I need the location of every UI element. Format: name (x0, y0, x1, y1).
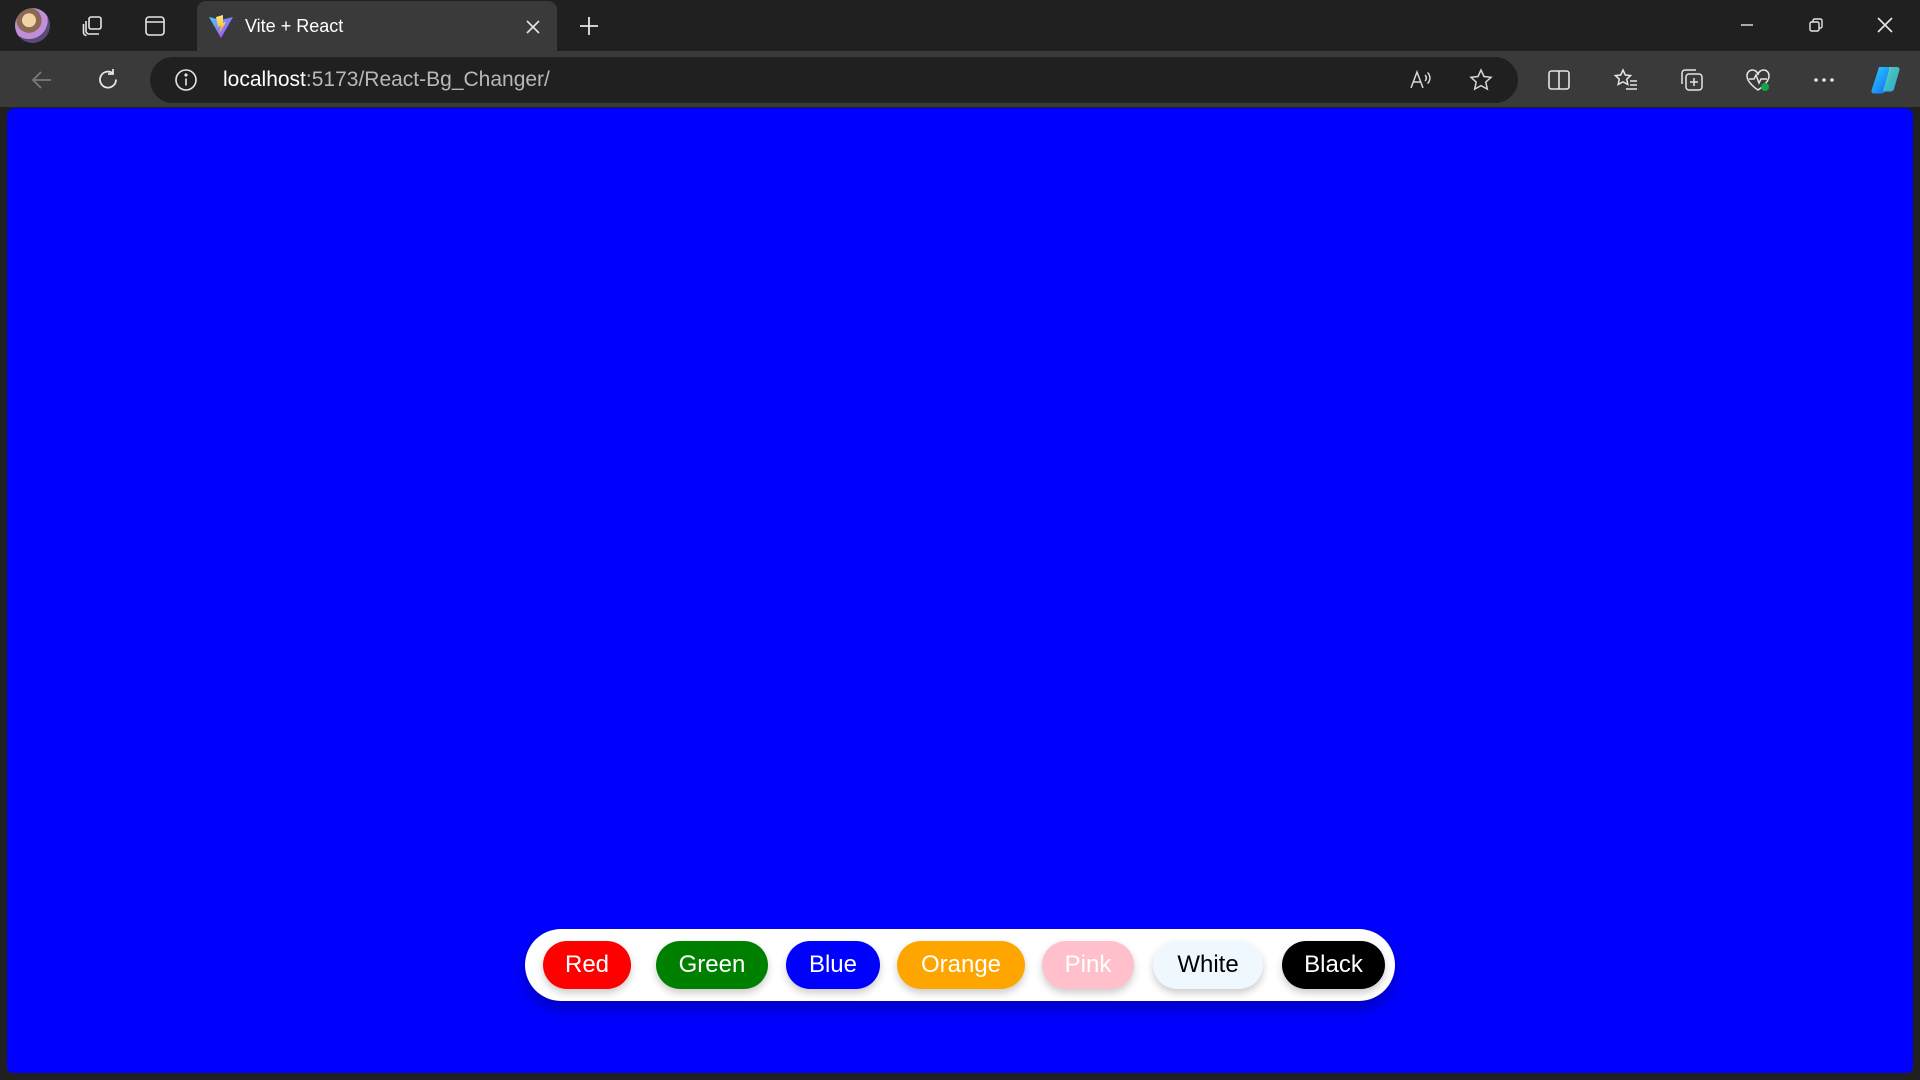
tab-title: Vite + React (245, 16, 344, 36)
close-tab-icon[interactable] (519, 13, 547, 41)
profile-avatar[interactable] (15, 8, 50, 43)
browser-essentials-icon[interactable] (1740, 62, 1776, 98)
url-host: localhost (223, 68, 306, 91)
close-window-icon[interactable] (1862, 7, 1908, 43)
active-tab[interactable]: Vite + React (197, 1, 557, 51)
vite-logo-icon (209, 15, 233, 38)
copilot-icon[interactable] (1868, 62, 1904, 98)
back-icon[interactable] (24, 62, 60, 98)
new-tab-icon[interactable] (572, 9, 606, 43)
orange-button[interactable]: Orange (897, 941, 1025, 989)
browser-toolbar: localhost:5173/React-Bg_Changer/ (0, 51, 1920, 107)
info-icon[interactable] (174, 68, 198, 92)
title-bar: Vite + React (0, 0, 1920, 51)
collections-icon[interactable] (1674, 62, 1710, 98)
read-aloud-icon[interactable] (1405, 65, 1437, 95)
blue-button[interactable]: Blue (786, 941, 880, 989)
restore-icon[interactable] (1793, 7, 1839, 43)
white-button[interactable]: White (1153, 941, 1263, 989)
page-viewport: Red Green Blue Orange Pink White Black (7, 108, 1913, 1073)
url-text[interactable]: localhost:5173/React-Bg_Changer/ (223, 68, 550, 92)
favorite-star-icon[interactable] (1465, 65, 1497, 95)
minimize-icon[interactable] (1724, 7, 1770, 43)
refresh-icon[interactable] (90, 62, 126, 98)
favorites-list-icon[interactable] (1608, 62, 1644, 98)
green-button[interactable]: Green (656, 941, 768, 989)
url-path: :5173/React-Bg_Changer/ (305, 68, 550, 91)
workspaces-icon[interactable] (77, 10, 109, 42)
split-screen-icon[interactable] (1541, 62, 1577, 98)
address-bar[interactable]: localhost:5173/React-Bg_Changer/ (150, 57, 1518, 103)
black-button[interactable]: Black (1282, 941, 1385, 989)
color-button-bar: Red Green Blue Orange Pink White Black (525, 929, 1395, 1001)
red-button[interactable]: Red (543, 941, 631, 989)
more-icon[interactable] (1806, 62, 1842, 98)
pink-button[interactable]: Pink (1042, 941, 1134, 989)
tab-actions-icon[interactable] (139, 10, 171, 42)
